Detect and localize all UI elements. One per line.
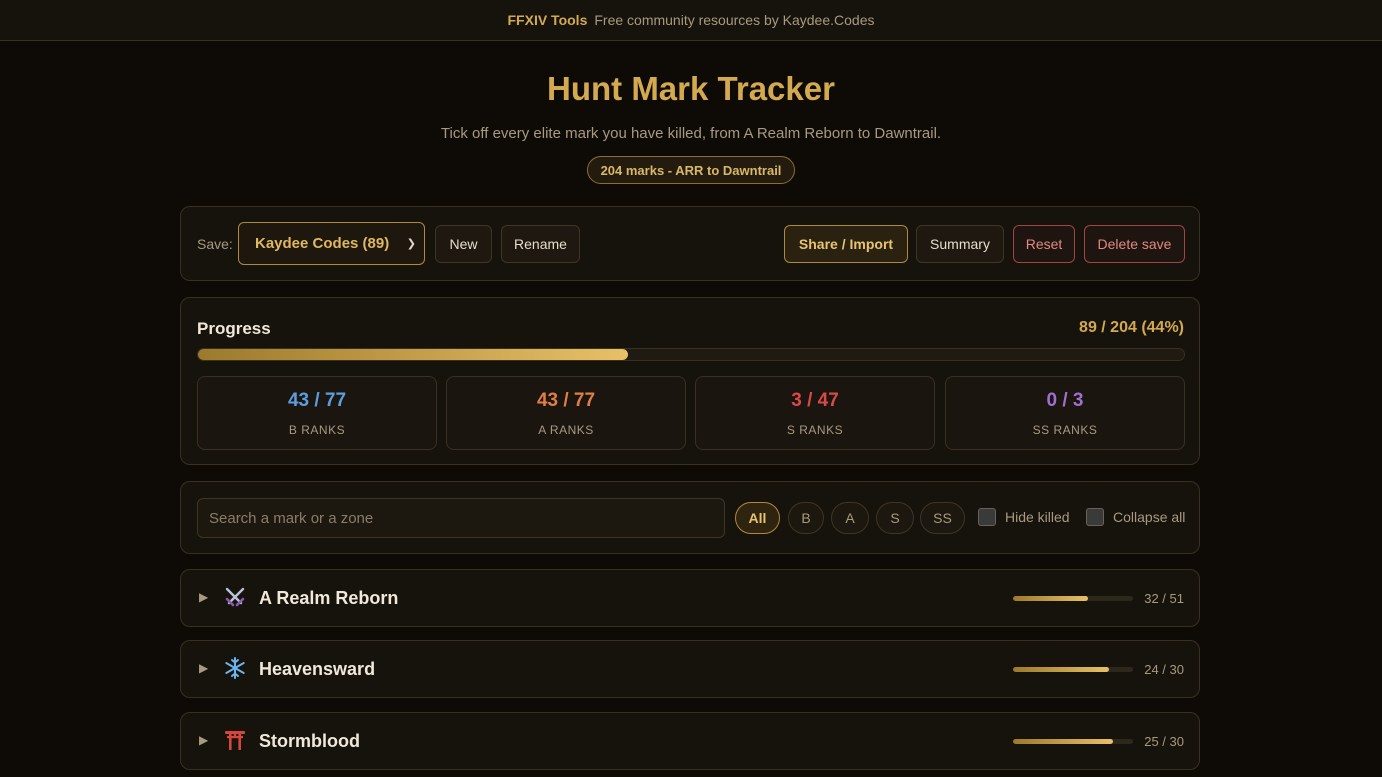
tagline: Free community resources by Kaydee.Codes (594, 12, 875, 28)
progress-bar-fill (198, 349, 628, 360)
save-bar: Save: Kaydee Codes (89) ❯ New Rename Sha… (180, 206, 1200, 281)
stat-value: 3 / 47 (791, 390, 839, 411)
stat-b-ranks: 43 / 77 B RANKS (197, 376, 437, 450)
filter-chip-all[interactable]: All (735, 502, 780, 534)
chevron-down-icon: ❯ (406, 238, 416, 250)
expansion-count: 25 / 30 (1144, 734, 1184, 749)
expansion-stormblood[interactable]: ▶ Stormblood 25 / 30 (180, 712, 1200, 770)
expansion-heavensward[interactable]: ▶ Heavensward 24 / 30 (180, 640, 1200, 698)
stat-a-ranks: 43 / 77 A RANKS (446, 376, 686, 450)
stat-label: B RANKS (288, 423, 346, 437)
filter-chip-a[interactable]: A (831, 502, 869, 534)
expand-arrow-icon: ▶ (199, 590, 209, 604)
hide-killed-label[interactable]: Hide killed (1005, 509, 1070, 525)
expansion-progress-bar (1013, 739, 1133, 744)
expansion-progress-fill (1013, 596, 1089, 601)
expansion-arr[interactable]: ▶ A Realm Reborn 32 / 51 (180, 569, 1200, 627)
stat-value: 0 / 3 (1046, 390, 1084, 411)
expand-arrow-icon: ▶ (199, 733, 209, 747)
top-bar: FFXIV Tools Free community resources by … (0, 0, 1382, 41)
page-title: Hunt Mark Tracker (547, 70, 835, 107)
progress-panel: Progress 89 / 204 (44%) 43 / 77 B RANKS … (180, 297, 1200, 465)
hide-killed-checkbox[interactable] (978, 508, 996, 526)
share-import-button[interactable]: Share / Import (784, 225, 908, 263)
stat-label: S RANKS (786, 423, 844, 437)
delete-save-button[interactable]: Delete save (1084, 225, 1185, 263)
crossed-swords-icon (225, 587, 245, 607)
expansion-progress-fill (1013, 739, 1113, 744)
search-placeholder: Search a mark or a zone (209, 509, 374, 527)
filter-chip-ss[interactable]: SS (920, 502, 965, 534)
filter-bar: Search a mark or a zone All B A S SS Hid… (180, 481, 1200, 554)
collapse-all-label[interactable]: Collapse all (1113, 509, 1185, 525)
expansion-progress-fill (1013, 667, 1109, 672)
page-subtitle: Tick off every elite mark you have kille… (440, 125, 942, 142)
save-label: Save: (197, 236, 233, 252)
stat-s-ranks: 3 / 47 S RANKS (695, 376, 935, 450)
save-select[interactable]: Kaydee Codes (89) ❯ (238, 222, 425, 265)
expansion-name: A Realm Reborn (259, 588, 399, 608)
collapse-all-checkbox[interactable] (1086, 508, 1104, 526)
progress-bar (197, 348, 1185, 361)
expansion-progress-bar (1013, 596, 1133, 601)
expansion-count: 24 / 30 (1144, 662, 1184, 677)
badge-wrap: 204 marks - ARR to Dawntrail (0, 156, 1382, 184)
expansion-progress-bar (1013, 667, 1133, 672)
expansion-count: 32 / 51 (1144, 591, 1184, 606)
rename-save-button[interactable]: Rename (501, 225, 580, 263)
stat-label: A RANKS (538, 423, 594, 437)
summary-button[interactable]: Summary (916, 225, 1004, 263)
progress-value: 89 / 204 (44%) (1079, 319, 1184, 336)
torii-gate-icon (225, 731, 245, 750)
brand-link[interactable]: FFXIV Tools (508, 12, 588, 28)
reset-button[interactable]: Reset (1013, 225, 1075, 263)
stat-value: 43 / 77 (536, 390, 596, 411)
expansion-name: Stormblood (259, 731, 360, 751)
stat-label: SS RANKS (1032, 423, 1098, 437)
filter-chip-b[interactable]: B (788, 502, 824, 534)
snowflake-icon (225, 657, 245, 679)
progress-label: Progress (197, 319, 271, 338)
expansion-name: Heavensward (259, 659, 376, 679)
new-save-button[interactable]: New (435, 225, 492, 263)
search-input[interactable]: Search a mark or a zone (197, 498, 725, 538)
save-select-value: Kaydee Codes (89) (255, 235, 390, 252)
stat-ss-ranks: 0 / 3 SS RANKS (945, 376, 1185, 450)
marks-badge: 204 marks - ARR to Dawntrail (586, 156, 796, 184)
expand-arrow-icon: ▶ (199, 661, 209, 675)
filter-chip-s[interactable]: S (876, 502, 914, 534)
stat-value: 43 / 77 (287, 390, 347, 411)
